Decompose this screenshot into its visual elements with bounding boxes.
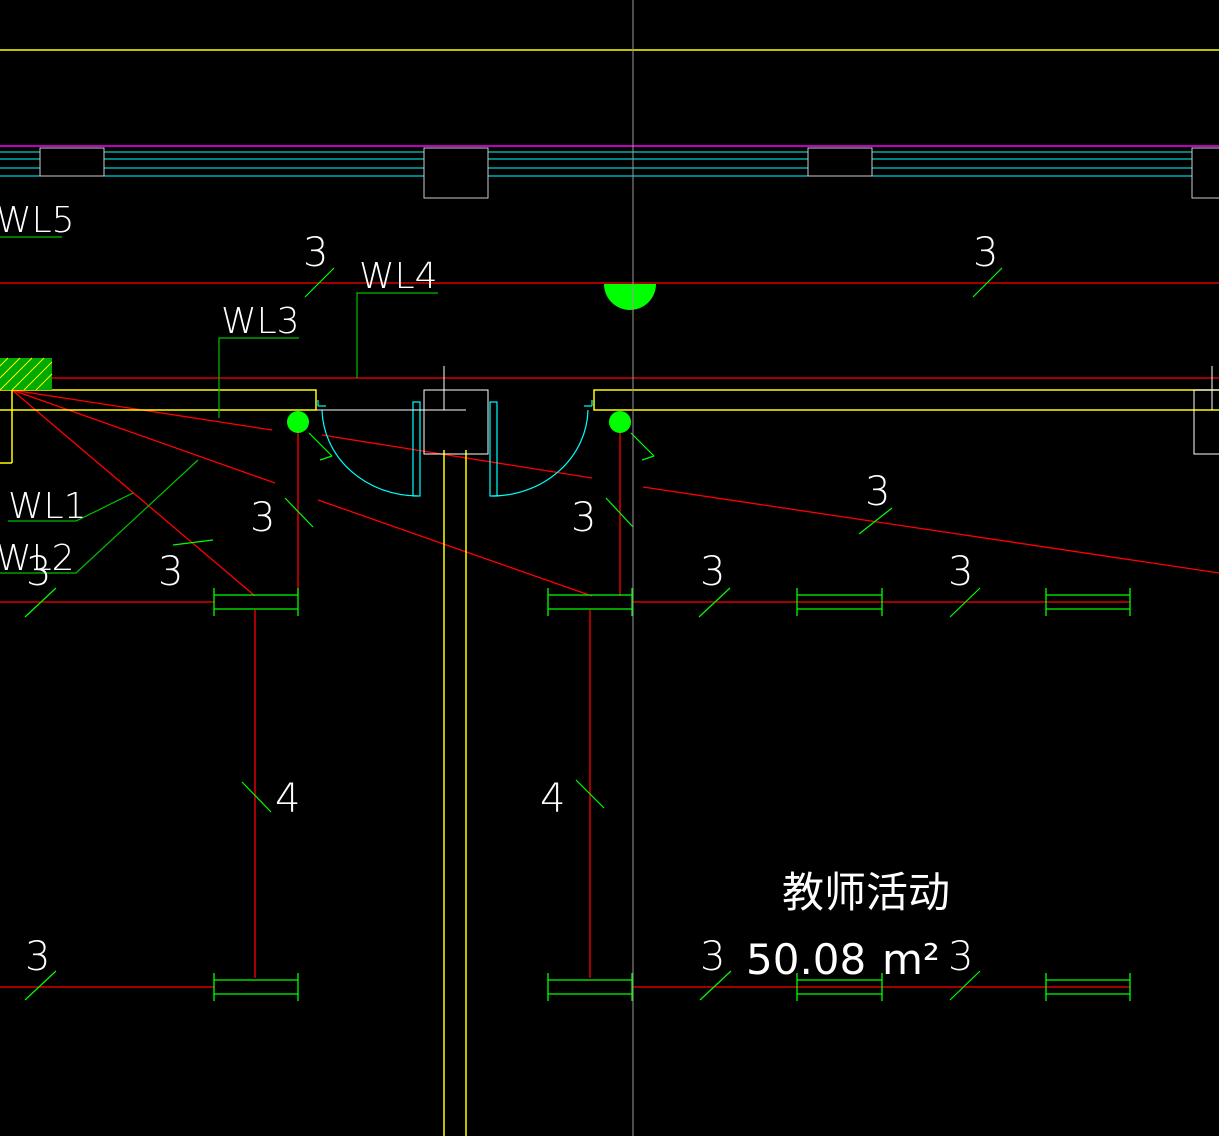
wiring-lines xyxy=(0,282,1219,988)
circuit-label-wl5: WL5 xyxy=(0,200,75,241)
wire-count-label: 4 xyxy=(275,776,300,822)
room-name: 教师活动 xyxy=(782,868,950,917)
wire-count-label: 3 xyxy=(25,934,50,980)
window-band xyxy=(0,145,1219,199)
fluorescent-fixtures xyxy=(213,588,1131,1001)
wire-count-label: 3 xyxy=(948,934,973,980)
wire-count-label: 3 xyxy=(700,934,725,980)
wire-count-label: 3 xyxy=(973,230,998,276)
wire-count-label: 3 xyxy=(158,549,183,595)
wire-count-label: 3 xyxy=(26,549,51,595)
fixture xyxy=(213,973,299,1001)
column-stub xyxy=(1193,389,1219,455)
room-area-value: 50.08 xyxy=(746,935,866,984)
fixture xyxy=(213,588,299,616)
wall-lamp xyxy=(604,284,656,310)
wire-count-label: 3 xyxy=(571,495,596,541)
room-area-unit: m² xyxy=(882,935,940,984)
wire-count-label: 3 xyxy=(865,469,890,515)
switch-right xyxy=(609,411,655,461)
circuit-label-wl3: WL3 xyxy=(221,301,300,342)
wire-count-label: 3 xyxy=(250,495,275,541)
cad-drawing-canvas[interactable]: WL5 WL3 WL4 WL1 WL2 3 3 3 3 3 3 3 3 3 4 … xyxy=(0,0,1219,1136)
distribution-box-hatch xyxy=(0,357,53,391)
wire-count-label: 3 xyxy=(948,549,973,595)
circuit-label-wl4: WL4 xyxy=(359,256,438,297)
wire-count-label: 3 xyxy=(303,230,328,276)
door-right xyxy=(489,400,593,497)
circuit-label-wl1: WL1 xyxy=(8,486,87,527)
structural-column xyxy=(423,389,489,455)
wire-count-label: 4 xyxy=(540,776,565,822)
wire-count-label: 3 xyxy=(700,549,725,595)
